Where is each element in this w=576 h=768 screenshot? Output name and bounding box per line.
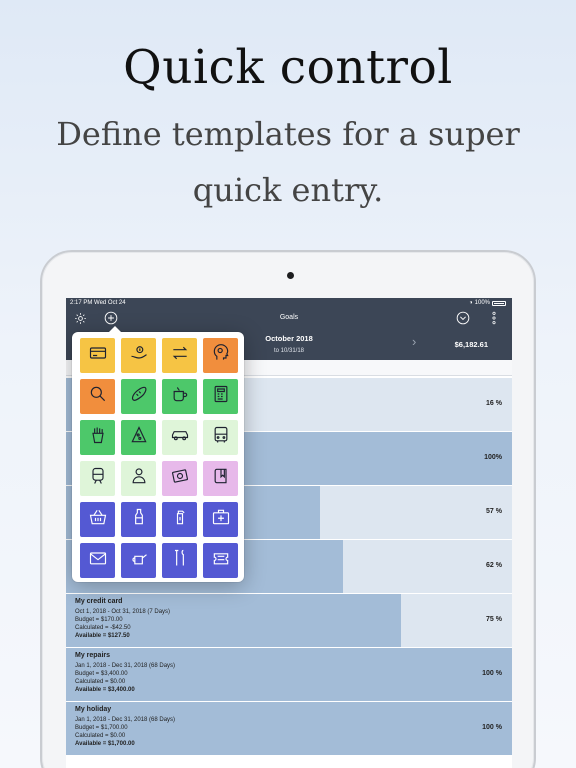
goal-name: My credit card <box>75 598 123 605</box>
car-icon <box>170 425 190 450</box>
template-tile[interactable] <box>162 379 197 414</box>
tools-icon <box>170 548 190 573</box>
template-tile[interactable] <box>121 461 156 496</box>
hand-money-icon <box>129 343 149 368</box>
battery-icon <box>492 300 506 306</box>
status-right: ◑ 100% <box>469 300 506 306</box>
template-tile[interactable] <box>203 379 238 414</box>
template-popover <box>72 326 244 582</box>
template-tile[interactable] <box>162 461 197 496</box>
banknotes-icon <box>170 466 190 491</box>
wifi-icon: ◑ <box>469 300 473 306</box>
watering-can-icon <box>129 548 149 573</box>
goal-percent: 100% <box>484 454 502 461</box>
goal-detail-line: Calculated = $0.00 <box>75 679 126 685</box>
template-tile[interactable] <box>121 379 156 414</box>
shopping-basket-icon <box>88 507 108 532</box>
bus-icon <box>211 425 231 450</box>
goal-percent: 16 % <box>486 400 502 407</box>
template-tile[interactable] <box>203 502 238 537</box>
goal-percent: 75 % <box>486 616 502 623</box>
camera-dot <box>287 272 294 279</box>
total-amount: $6,182.61 <box>454 340 488 349</box>
template-tile[interactable] <box>80 543 115 578</box>
template-tile[interactable] <box>80 502 115 537</box>
template-tile[interactable] <box>162 420 197 455</box>
template-tile[interactable] <box>80 338 115 373</box>
period-range: to 10/31/18 <box>273 348 305 354</box>
head-gears-icon <box>211 343 231 368</box>
template-grid <box>80 338 238 578</box>
template-tile[interactable] <box>203 543 238 578</box>
goal-name: My holiday <box>75 706 112 713</box>
goal-detail-line: Budget = $170.00 <box>75 617 123 623</box>
period-month[interactable]: October 2018 <box>254 334 324 343</box>
goal-available: Available = $127.50 <box>75 633 130 639</box>
goal-detail-line: Jan 1, 2018 - Dec 31, 2018 (68 Days) <box>75 663 176 669</box>
goal-detail-line: Jan 1, 2018 - Dec 31, 2018 (68 Days) <box>75 717 176 723</box>
goal-row[interactable]: My repairs Jan 1, 2018 - Dec 31, 2018 (68… <box>66 648 512 702</box>
more-menu-icon[interactable] <box>491 311 497 328</box>
goal-detail-line: Budget = $1,700.00 <box>75 725 128 731</box>
goal-detail-line: Calculated = -$42.50 <box>75 625 131 631</box>
goal-available: Available = $3,400.00 <box>75 687 135 693</box>
goal-percent: 100 % <box>482 670 502 677</box>
goal-percent: 62 % <box>486 562 502 569</box>
calculator-icon <box>211 384 231 409</box>
train-icon <box>88 466 108 491</box>
goal-row[interactable]: My credit card Oct 1, 2018 - Oct 31, 2018… <box>66 594 512 648</box>
template-tile[interactable] <box>162 338 197 373</box>
template-tile[interactable] <box>203 461 238 496</box>
goal-detail-line: Budget = $3,400.00 <box>75 671 128 677</box>
ipad-frame: 2:17 PM Wed Oct 24 ◑ 100% Goals October … <box>40 250 536 768</box>
promo-subline-line-1: Define templates for a super <box>56 115 520 153</box>
chevron-down-circle-icon[interactable] <box>456 311 470 328</box>
app-screen: 2:17 PM Wed Oct 24 ◑ 100% Goals October … <box>66 298 512 768</box>
template-tile[interactable] <box>80 379 115 414</box>
bottle-icon <box>129 507 149 532</box>
promo-subline-line-2: quick entry. <box>192 171 384 209</box>
goal-name: My repairs <box>75 652 111 659</box>
bread-icon <box>129 384 149 409</box>
goal-detail-line: Calculated = $0.00 <box>75 733 126 739</box>
template-tile[interactable] <box>162 502 197 537</box>
goal-info: My credit card Oct 1, 2018 - Oct 31, 2018… <box>75 598 170 640</box>
goal-percent: 100 % <box>482 724 502 731</box>
magnifier-icon <box>88 384 108 409</box>
goal-info: My holiday Jan 1, 2018 - Dec 31, 2018 (68… <box>75 706 175 748</box>
credit-card-icon <box>88 343 108 368</box>
coffee-cup-icon <box>170 384 190 409</box>
status-time: 2:17 PM Wed Oct 24 <box>70 300 126 306</box>
template-tile[interactable] <box>203 420 238 455</box>
promo-headline: Quick control <box>123 40 453 95</box>
template-tile[interactable] <box>121 543 156 578</box>
goal-row[interactable]: My holiday Jan 1, 2018 - Dec 31, 2018 (68… <box>66 702 512 756</box>
book-icon <box>211 466 231 491</box>
template-tile[interactable] <box>162 543 197 578</box>
popover-arrow <box>108 326 122 333</box>
template-tile[interactable] <box>80 420 115 455</box>
goal-available: Available = $1,700.00 <box>75 741 135 747</box>
promo-subline: Define templates for a super quick entry… <box>40 106 536 218</box>
envelope-icon <box>88 548 108 573</box>
fries-icon <box>88 425 108 450</box>
pizza-icon <box>129 425 149 450</box>
goal-detail-line: Oct 1, 2018 - Oct 31, 2018 (7 Days) <box>75 609 171 615</box>
template-tile[interactable] <box>80 461 115 496</box>
person-icon <box>129 466 149 491</box>
template-tile[interactable] <box>121 502 156 537</box>
first-aid-kit-icon <box>211 507 231 532</box>
template-tile[interactable] <box>203 338 238 373</box>
goal-info: My repairs Jan 1, 2018 - Dec 31, 2018 (68… <box>75 652 175 694</box>
battery-percent: 100% <box>474 300 490 306</box>
spray-bottle-icon <box>170 507 190 532</box>
toolbar-title: Goals <box>279 314 299 321</box>
template-tile[interactable] <box>121 338 156 373</box>
tickets-icon <box>211 548 231 573</box>
template-tile[interactable] <box>121 420 156 455</box>
transfer-arrows-icon <box>170 343 190 368</box>
chevron-right-icon[interactable]: › <box>412 334 416 349</box>
goal-percent: 57 % <box>486 508 502 515</box>
